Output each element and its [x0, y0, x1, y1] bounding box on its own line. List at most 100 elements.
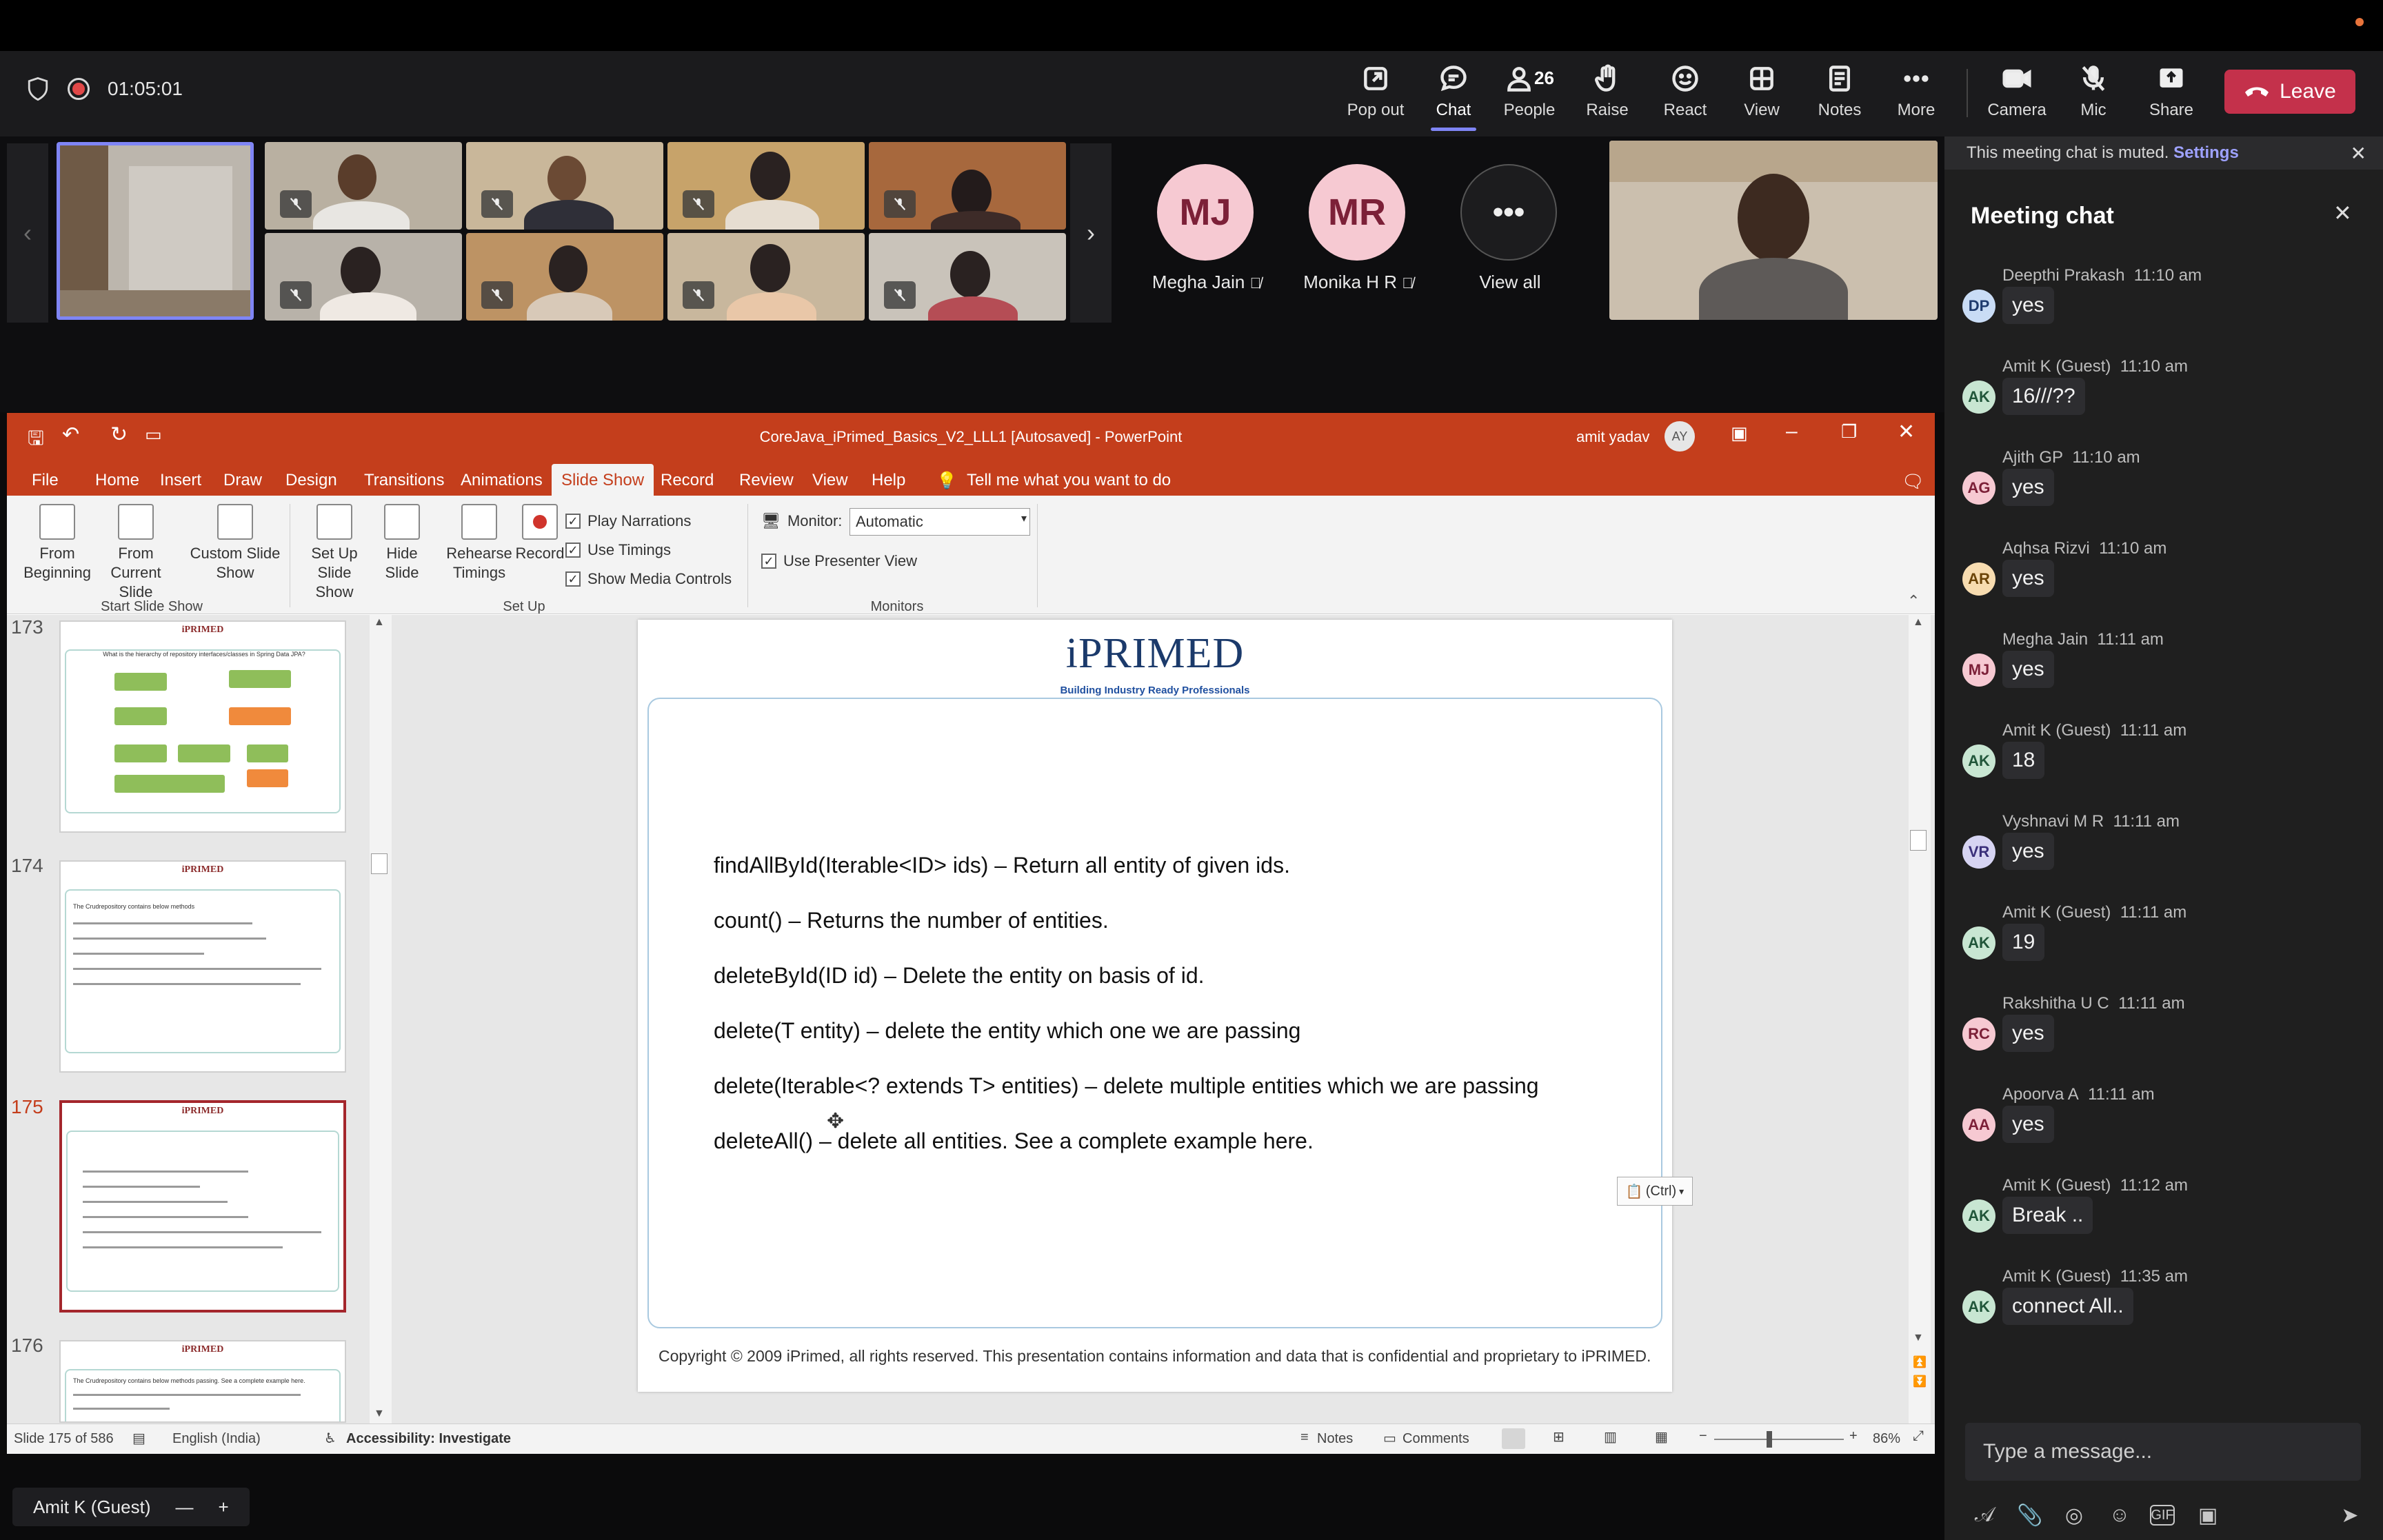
people-button[interactable]: 26 People: [1491, 63, 1567, 125]
tab-home[interactable]: Home: [90, 467, 145, 494]
scroll-up-icon[interactable]: ▲: [374, 616, 385, 629]
zoom-out-icon[interactable]: −: [1699, 1428, 1707, 1444]
user-avatar[interactable]: AY: [1665, 421, 1695, 452]
tell-me-search[interactable]: Tell me what you want to do: [961, 467, 1176, 494]
view-button[interactable]: View: [1724, 63, 1800, 125]
popout-button[interactable]: Pop out: [1338, 63, 1414, 125]
participant-video-tile[interactable]: [869, 142, 1066, 230]
scroll-up-icon[interactable]: ▲: [1913, 616, 1924, 629]
minimize-icon[interactable]: –: [1786, 420, 1798, 443]
presenter-view-checkbox[interactable]: ✓ Use Presenter View: [761, 552, 917, 570]
spellcheck-icon[interactable]: ▤: [132, 1430, 145, 1447]
hide-slide-button[interactable]: Hide Slide: [378, 504, 426, 582]
emoji-icon[interactable]: ☺: [2106, 1501, 2133, 1529]
more-button[interactable]: More: [1878, 63, 1954, 125]
share-button[interactable]: Share: [2133, 63, 2209, 125]
tab-view[interactable]: View: [807, 467, 854, 494]
chat-avatar[interactable]: AK: [1962, 381, 1995, 414]
reading-view-icon[interactable]: ▥: [1604, 1428, 1617, 1446]
chat-avatar[interactable]: AK: [1962, 926, 1995, 960]
self-video-tile[interactable]: [57, 142, 254, 320]
fit-slide-icon[interactable]: ⤢: [1913, 1428, 1924, 1444]
tab-design[interactable]: Design: [280, 467, 343, 494]
zoom-slider[interactable]: [1714, 1439, 1844, 1440]
camera-button[interactable]: Camera: [1979, 63, 2055, 125]
chat-avatar[interactable]: AR: [1962, 563, 1995, 596]
presenter-video-tile[interactable]: [1609, 141, 1938, 320]
chat-button[interactable]: Chat: [1416, 63, 1491, 131]
notes-button[interactable]: Notes: [1802, 63, 1878, 125]
paste-options-button[interactable]: 📋 (Ctrl) ▾: [1617, 1177, 1693, 1206]
next-slide-icon[interactable]: ⏬: [1913, 1375, 1927, 1388]
leave-button[interactable]: Leave: [2224, 70, 2355, 114]
ribbon-display-icon[interactable]: ▣: [1731, 423, 1748, 444]
chat-avatar[interactable]: AK: [1962, 744, 1995, 778]
raise-hand-button[interactable]: Raise: [1569, 63, 1645, 125]
participant-video-tile[interactable]: [265, 233, 462, 321]
prev-slide-icon[interactable]: ⏫: [1913, 1355, 1927, 1369]
slide-thumbnail[interactable]: iPRIMED The Crudrepository contains belo…: [59, 860, 346, 1073]
slideshow-view-icon[interactable]: ▦: [1655, 1428, 1668, 1446]
chat-avatar[interactable]: RC: [1962, 1017, 1995, 1051]
chat-avatar[interactable]: AK: [1962, 1199, 1995, 1233]
chat-avatar[interactable]: DP: [1962, 290, 1995, 323]
normal-view-icon[interactable]: [1502, 1428, 1525, 1449]
participant-video-tile[interactable]: [466, 142, 663, 230]
close-icon[interactable]: ✕: [2351, 142, 2366, 165]
participant-video-tile[interactable]: [667, 233, 865, 321]
sticker-icon[interactable]: ▣: [2194, 1501, 2222, 1529]
tab-insert[interactable]: Insert: [154, 467, 207, 494]
close-chat-icon[interactable]: ✕: [2333, 200, 2352, 226]
tab-transitions[interactable]: Transitions: [359, 467, 450, 494]
comments-toggle[interactable]: Comments: [1402, 1431, 1469, 1447]
format-icon[interactable]: 𝒜: [1971, 1501, 1998, 1529]
language-indicator[interactable]: English (India): [172, 1431, 261, 1447]
tab-draw[interactable]: Draw: [218, 467, 268, 494]
tab-slide-show[interactable]: Slide Show: [552, 464, 654, 496]
setup-show-button[interactable]: Set Up Slide Show: [296, 504, 372, 602]
zoom-in-button[interactable]: +: [218, 1497, 228, 1518]
chat-message-input[interactable]: Type a message...: [1965, 1423, 2361, 1481]
react-button[interactable]: React: [1647, 63, 1723, 125]
rehearse-button[interactable]: Rehearse Timings: [441, 504, 517, 582]
slide-thumbnail[interactable]: iPRIMED The Crudrepository contains belo…: [59, 1340, 346, 1423]
participant-avatar[interactable]: MJ: [1157, 164, 1254, 261]
chat-avatar[interactable]: AA: [1962, 1108, 1995, 1142]
tab-file[interactable]: File: [26, 467, 64, 494]
participant-video-tile[interactable]: [466, 233, 663, 321]
zoom-out-button[interactable]: —: [175, 1497, 193, 1518]
tab-review[interactable]: Review: [734, 467, 799, 494]
participant-video-tile[interactable]: [265, 142, 462, 230]
comments-icon[interactable]: 🗨: [1896, 467, 1930, 496]
close-icon[interactable]: ✕: [1898, 420, 1915, 444]
accessibility-status[interactable]: Accessibility: Investigate: [346, 1431, 511, 1447]
media-controls-checkbox[interactable]: ✓ Show Media Controls: [565, 570, 732, 588]
monitor-select[interactable]: Automatic ▾: [849, 508, 1030, 536]
use-timings-checkbox[interactable]: ✓ Use Timings: [565, 541, 671, 559]
zoom-in-icon[interactable]: +: [1849, 1428, 1858, 1444]
zoom-level[interactable]: 86%: [1873, 1431, 1900, 1447]
strip-next-arrow[interactable]: ›: [1070, 143, 1112, 323]
chat-avatar[interactable]: AK: [1962, 1290, 1995, 1324]
from-beginning-button[interactable]: From Beginning: [14, 504, 101, 582]
tab-help[interactable]: Help: [866, 467, 911, 494]
view-all-button[interactable]: •••: [1460, 164, 1557, 261]
thumb-scrollbar[interactable]: ▲ ▼: [370, 615, 392, 1424]
zoom-slider-thumb[interactable]: [1767, 1431, 1772, 1448]
loop-icon[interactable]: ◎: [2060, 1501, 2088, 1529]
scroll-thumb[interactable]: [371, 853, 388, 874]
from-current-button[interactable]: From Current Slide: [92, 504, 179, 602]
participant-video-tile[interactable]: [869, 233, 1066, 321]
sorter-view-icon[interactable]: ⊞: [1553, 1428, 1565, 1446]
chat-avatar[interactable]: MJ: [1962, 654, 1995, 687]
participant-video-tile[interactable]: [667, 142, 865, 230]
scroll-thumb[interactable]: [1910, 830, 1927, 851]
slide-scrollbar[interactable]: ▲ ▼ ⏫ ⏬: [1909, 615, 1931, 1424]
send-icon[interactable]: ➤: [2336, 1501, 2364, 1529]
attach-icon[interactable]: 📎: [2016, 1501, 2044, 1529]
custom-show-button[interactable]: Custom Slide Show: [183, 504, 287, 582]
record-button[interactable]: Record: [509, 504, 571, 563]
current-slide[interactable]: iPRIMED Building Industry Ready Professi…: [638, 620, 1693, 1392]
chat-settings-link[interactable]: Settings: [2173, 143, 2239, 163]
restore-icon[interactable]: ❐: [1841, 421, 1857, 443]
